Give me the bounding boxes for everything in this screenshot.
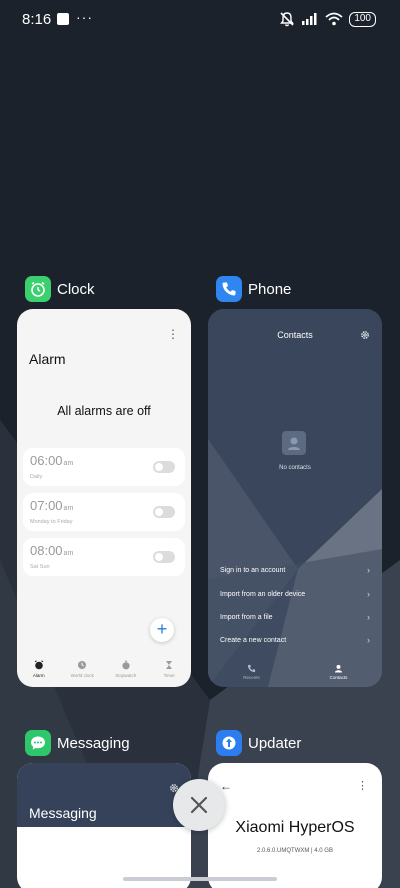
app-name: Clock bbox=[57, 280, 95, 298]
home-indicator[interactable] bbox=[123, 877, 277, 881]
menu-item-create-contact: Create a new contact › bbox=[220, 635, 370, 651]
chevron-right-icon: › bbox=[367, 635, 370, 645]
app-preview-updater[interactable]: ← ⋮ Xiaomi HyperOS 2.0.6.0.UMQTWXM | 4.0… bbox=[208, 763, 382, 888]
app-header-messaging: Messaging bbox=[25, 730, 130, 756]
alarm-time: 08:00am bbox=[30, 543, 74, 558]
alarm-days: Monday to Friday bbox=[30, 519, 73, 525]
phone-background bbox=[208, 309, 382, 687]
nav-item-alarm: Alarm bbox=[17, 653, 61, 687]
gear-icon bbox=[361, 331, 369, 339]
more-notifications-indicator: ··· bbox=[76, 9, 93, 25]
alarm-days: Sat Sun bbox=[30, 564, 50, 570]
page-title: Contacts bbox=[277, 330, 313, 340]
page-title: Messaging bbox=[29, 805, 97, 821]
alarm-toggle bbox=[153, 551, 175, 563]
menu-item-import-device: Import from an older device › bbox=[220, 589, 370, 605]
page-title: Alarm bbox=[29, 351, 66, 367]
app-header-updater: Updater bbox=[216, 730, 301, 756]
alarm-time: 07:00am bbox=[30, 498, 74, 513]
nav-item-recents: Recents bbox=[208, 659, 295, 687]
back-arrow-icon: ← bbox=[220, 779, 232, 793]
close-x-icon bbox=[190, 796, 208, 814]
empty-contacts-icon bbox=[282, 431, 306, 455]
chevron-right-icon: › bbox=[367, 612, 370, 622]
notification-square-icon bbox=[57, 13, 69, 25]
app-header-phone: Phone bbox=[216, 276, 291, 302]
nav-label: Alarm bbox=[32, 673, 45, 678]
nav-label: Recents bbox=[243, 675, 260, 680]
world-clock-icon bbox=[78, 661, 87, 669]
alarm-item: 06:00am Daily bbox=[23, 448, 185, 486]
phone-recents-icon bbox=[247, 664, 256, 673]
mute-icon bbox=[280, 12, 295, 27]
add-alarm-icon: + bbox=[150, 618, 174, 642]
nav-item-stopwatch: Stopwatch bbox=[104, 653, 148, 687]
bottom-nav: Recents Contacts bbox=[208, 659, 382, 687]
app-preview-clock[interactable]: ⋮ Alarm All alarms are off 06:00am Daily… bbox=[17, 309, 191, 687]
hourglass-icon bbox=[166, 661, 173, 669]
cellular-signal-icon bbox=[302, 13, 317, 25]
menu-item-label: Import from a file bbox=[220, 614, 273, 621]
menu-item-label: Create a new contact bbox=[220, 637, 287, 644]
app-preview-messaging[interactable]: Messaging bbox=[17, 763, 191, 888]
chat-bubble-icon bbox=[25, 730, 51, 756]
menu-item-sign-in: Sign in to an account › bbox=[220, 565, 370, 581]
status-bar: 8:16 ··· 100 bbox=[0, 0, 400, 40]
app-header-clock: Clock bbox=[25, 276, 95, 302]
alarm-item: 07:00am Monday to Friday bbox=[23, 493, 185, 531]
nav-label: Timer bbox=[163, 673, 175, 678]
chevron-right-icon: › bbox=[367, 565, 370, 575]
app-name: Messaging bbox=[57, 734, 130, 752]
nav-item-contacts: Contacts bbox=[295, 659, 382, 687]
chevron-right-icon: › bbox=[367, 589, 370, 599]
contacts-icon bbox=[334, 664, 343, 673]
nav-item-world-clock: World clock bbox=[61, 653, 105, 687]
alarm-toggle bbox=[153, 506, 175, 518]
clear-all-button[interactable] bbox=[173, 779, 225, 831]
app-name: Phone bbox=[248, 280, 292, 298]
os-name: Xiaomi HyperOS bbox=[235, 819, 355, 836]
menu-item-import-file: Import from a file › bbox=[220, 612, 370, 628]
empty-state-text: No contacts bbox=[279, 465, 311, 471]
alarms-status: All alarms are off bbox=[57, 404, 151, 418]
more-menu-icon: ⋮ bbox=[357, 780, 368, 792]
alarm-toggle bbox=[153, 461, 175, 473]
nav-label: Contacts bbox=[329, 675, 348, 680]
battery-icon: 100 bbox=[349, 11, 376, 27]
menu-item-label: Sign in to an account bbox=[220, 567, 286, 574]
nav-label: World clock bbox=[70, 673, 94, 678]
menu-item-label: Import from an older device bbox=[220, 591, 306, 598]
app-name: Updater bbox=[248, 734, 302, 752]
messaging-header: Messaging bbox=[17, 763, 191, 827]
alarm-days: Daily bbox=[30, 474, 43, 480]
app-preview-phone[interactable]: Contacts No contacts Sign in to an accou… bbox=[208, 309, 382, 687]
more-menu-icon: ⋮ bbox=[167, 327, 179, 341]
updater-icon bbox=[216, 730, 242, 756]
stopwatch-icon bbox=[122, 660, 130, 670]
bottom-nav: Alarm World clock Stopwatch Timer bbox=[17, 653, 191, 687]
nav-item-timer: Timer bbox=[148, 653, 192, 687]
os-version: 2.0.6.0.UMQTWXM | 4.0 GB bbox=[257, 848, 333, 854]
alarm-item: 08:00am Sat Sun bbox=[23, 538, 185, 576]
phone-icon bbox=[216, 276, 242, 302]
status-time: 8:16 bbox=[22, 11, 52, 28]
alarm-clock-icon bbox=[25, 276, 51, 302]
nav-label: Stopwatch bbox=[115, 673, 137, 678]
wifi-icon bbox=[325, 12, 343, 26]
alarm-icon bbox=[34, 660, 44, 670]
alarm-time: 06:00am bbox=[30, 453, 74, 468]
